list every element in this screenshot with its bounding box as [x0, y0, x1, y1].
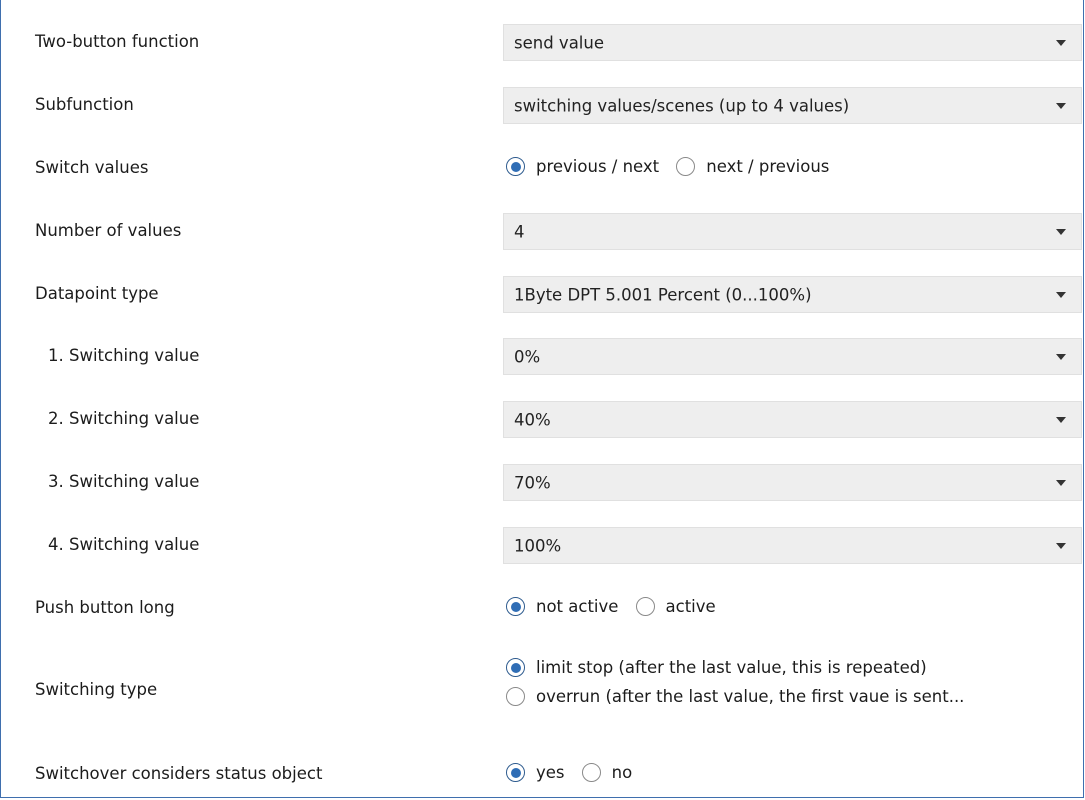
radio-unchecked-icon [581, 763, 601, 782]
switching-value-3-dropdown[interactable]: 70% [503, 464, 1082, 501]
push-button-long-option-not-active[interactable]: not active [506, 597, 618, 616]
switching-value-1-value: 0% [514, 347, 541, 366]
switching-value-2-label: 2. Switching value [48, 409, 200, 428]
radio-checked-icon [506, 763, 525, 782]
switching-type-option-overrun[interactable]: overrun (after the last value, the first… [506, 687, 964, 706]
radio-unchecked-icon [635, 597, 655, 616]
switching-value-4-dropdown[interactable]: 100% [503, 527, 1082, 564]
two-button-function-dropdown[interactable]: send value [503, 24, 1082, 61]
switching-value-3-label: 3. Switching value [48, 472, 200, 491]
datapoint-type-value: 1Byte DPT 5.001 Percent (0...100%) [514, 285, 812, 304]
switching-value-4-label: 4. Switching value [48, 535, 200, 554]
radio-checked-icon [506, 157, 525, 176]
number-of-values-dropdown[interactable]: 4 [503, 213, 1082, 250]
datapoint-type-dropdown[interactable]: 1Byte DPT 5.001 Percent (0...100%) [503, 276, 1082, 313]
switchover-status-radio-group: yes no [506, 763, 644, 786]
chevron-down-icon [1056, 292, 1066, 298]
radio-unchecked-icon [506, 687, 525, 706]
push-button-long-option-active[interactable]: active [635, 597, 716, 616]
switching-type-option-label: limit stop (after the last value, this i… [536, 658, 927, 677]
switchover-status-option-yes[interactable]: yes [506, 763, 565, 782]
push-button-long-radio-group: not active active [506, 597, 728, 620]
switch-values-option-previous-next[interactable]: previous / next [506, 157, 659, 176]
subfunction-value: switching values/scenes (up to 4 values) [514, 96, 850, 115]
subfunction-label: Subfunction [35, 95, 134, 114]
radio-checked-icon [506, 597, 525, 616]
subfunction-dropdown[interactable]: switching values/scenes (up to 4 values) [503, 87, 1082, 124]
chevron-down-icon [1056, 417, 1066, 423]
switchover-status-option-no[interactable]: no [581, 763, 633, 782]
chevron-down-icon [1056, 543, 1066, 549]
radio-unchecked-icon [676, 157, 696, 176]
radio-checked-icon [506, 658, 525, 677]
two-button-function-label: Two-button function [35, 32, 200, 51]
switch-values-option-next-previous[interactable]: next / previous [676, 157, 829, 176]
number-of-values-value: 4 [514, 222, 525, 241]
switching-value-3-value: 70% [514, 473, 551, 492]
chevron-down-icon [1056, 229, 1066, 235]
switchover-status-label: Switchover considers status object [35, 764, 323, 783]
switch-values-radio-group: previous / next next / previous [506, 157, 841, 180]
switching-value-4-value: 100% [514, 536, 562, 555]
switching-value-2-dropdown[interactable]: 40% [503, 401, 1082, 438]
switching-type-option-label: overrun (after the last value, the first… [536, 687, 965, 706]
switching-value-1-dropdown[interactable]: 0% [503, 338, 1082, 375]
number-of-values-label: Number of values [35, 221, 182, 240]
chevron-down-icon [1056, 354, 1066, 360]
switching-value-1-label: 1. Switching value [48, 346, 200, 365]
parameter-panel: Two-button function send value Subfuncti… [0, 0, 1084, 798]
two-button-function-value: send value [514, 33, 604, 52]
push-button-long-option-label: not active [536, 597, 619, 616]
switch-values-label: Switch values [35, 158, 149, 177]
chevron-down-icon [1056, 40, 1066, 46]
push-button-long-label: Push button long [35, 598, 175, 617]
push-button-long-option-label: active [665, 597, 716, 616]
chevron-down-icon [1056, 480, 1066, 486]
switch-values-option-label: previous / next [536, 157, 660, 176]
switch-values-option-label: next / previous [706, 157, 830, 176]
datapoint-type-label: Datapoint type [35, 284, 159, 303]
switching-value-2-value: 40% [514, 410, 551, 429]
switchover-status-option-label: no [611, 763, 633, 782]
switching-type-radio-group: limit stop (after the last value, this i… [506, 658, 976, 706]
switching-type-label: Switching type [35, 680, 158, 699]
switching-type-option-limit-stop[interactable]: limit stop (after the last value, this i… [506, 658, 964, 677]
switchover-status-option-label: yes [536, 763, 565, 782]
chevron-down-icon [1056, 103, 1066, 109]
